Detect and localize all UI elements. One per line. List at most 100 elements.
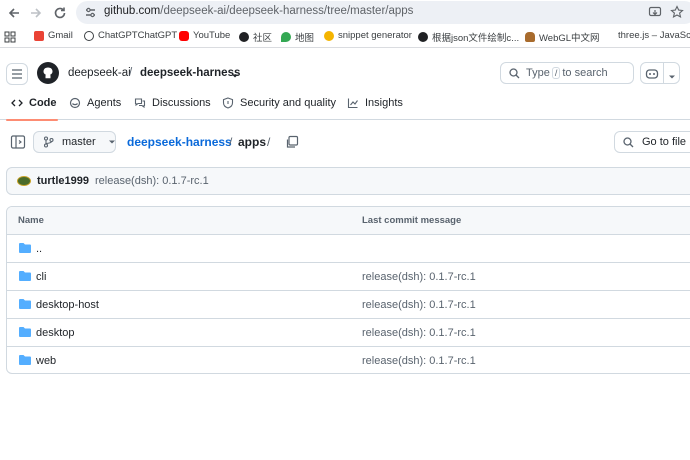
table-row[interactable]: web release(dsh): 0.1.7-rc.1 (7, 347, 690, 373)
tab-security[interactable]: Security and quality (222, 97, 336, 109)
bookmark-maps[interactable]: 地图 (281, 30, 314, 44)
table-row[interactable]: desktop-host release(dsh): 0.1.7-rc.1 (7, 291, 690, 319)
folder-icon (18, 270, 32, 282)
tab-label: Insights (365, 97, 403, 109)
active-tab-underline (6, 119, 58, 121)
threejs-icon (604, 30, 614, 41)
install-app-icon[interactable] (648, 5, 662, 22)
bookmark-chatgpt[interactable]: ChatGPTChatGPT (84, 30, 177, 41)
copilot-icon (645, 67, 659, 83)
bookmark-label: 社区 (253, 33, 273, 44)
browser-toolbar: github.com/deepseek-ai/deepseek-harness/… (0, 0, 690, 26)
commit-message-link[interactable]: release(dsh): 0.1.7-rc.1 (95, 175, 209, 187)
agents-icon (69, 97, 81, 109)
go-to-file-input[interactable]: Go to file (614, 131, 690, 153)
table-row[interactable]: desktop release(dsh): 0.1.7-rc.1 (7, 319, 690, 347)
file-name[interactable]: desktop-host (36, 299, 99, 311)
url-text: github.com/deepseek-ai/deepseek-harness/… (104, 5, 413, 17)
repo-switcher-chevron-icon[interactable] (231, 69, 239, 83)
bookmarks-bar: Gmail ChatGPTChatGPT YouTube 社区 地图 snipp… (0, 26, 690, 48)
tab-insights[interactable]: Insights (347, 97, 403, 109)
bookmark-label: ChatGPTChatGPT (98, 30, 178, 41)
file-name[interactable]: cli (36, 271, 46, 283)
copy-path-icon[interactable] (285, 135, 299, 149)
webgl-icon (525, 32, 535, 42)
code-icon (11, 99, 23, 107)
graph-icon (347, 98, 358, 109)
avatar[interactable] (17, 176, 31, 186)
bookmark-label: WebGL中文网 (539, 33, 600, 44)
commit-author-link[interactable]: turtle1999 (37, 175, 89, 187)
chatgpt-icon (84, 30, 94, 41)
path-repo-link[interactable]: deepseek-harness (127, 135, 232, 149)
file-commit-message[interactable]: release(dsh): 0.1.7-rc.1 (362, 355, 476, 367)
snippet-icon (324, 30, 334, 41)
copilot-button[interactable] (640, 62, 680, 84)
folder-icon (18, 354, 32, 366)
path-separator-trailing: / (267, 135, 271, 149)
file-table: Name Last commit message .. cli release(… (6, 206, 690, 374)
file-name[interactable]: desktop (36, 327, 75, 339)
tab-discussions[interactable]: Discussions (134, 97, 211, 109)
table-header: Name Last commit message (7, 207, 690, 235)
url-host: github.com (104, 5, 161, 17)
bookmark-label: YouTube (193, 30, 231, 41)
folder-icon (18, 242, 32, 254)
back-icon[interactable] (4, 3, 24, 23)
file-name[interactable]: .. (36, 243, 42, 255)
tab-label: Discussions (152, 97, 211, 109)
maps-pin-icon (281, 32, 291, 42)
file-commit-message[interactable]: release(dsh): 0.1.7-rc.1 (362, 327, 476, 339)
bookmark-gmail[interactable]: Gmail (34, 30, 73, 41)
table-row-parent[interactable]: .. (7, 235, 690, 263)
folder-icon (18, 326, 32, 338)
community-icon (239, 32, 249, 42)
reload-icon[interactable] (50, 3, 70, 23)
path-current-dir: apps (238, 135, 267, 149)
bookmark-label: 根据json文件绘制c... (432, 33, 520, 44)
bookmark-community[interactable]: 社区 (239, 30, 272, 44)
hamburger-icon (12, 69, 22, 79)
bookmark-snippet[interactable]: snippet generator (324, 30, 412, 41)
repo-owner-link[interactable]: deepseek-ai (68, 67, 131, 79)
shield-icon (222, 97, 234, 109)
file-commit-message[interactable]: release(dsh): 0.1.7-rc.1 (362, 299, 476, 311)
search-icon (509, 67, 520, 79)
menu-button[interactable] (6, 63, 28, 85)
tab-label: Code (29, 97, 57, 109)
copilot-divider (663, 63, 664, 83)
forward-icon[interactable] (26, 3, 46, 23)
branch-selector[interactable]: master (33, 131, 116, 153)
breadcrumb-separator: / (129, 67, 133, 79)
site-info-icon[interactable] (84, 6, 97, 22)
search-input[interactable]: Type / to search (500, 62, 634, 84)
bookmark-star-icon[interactable] (670, 5, 684, 22)
search-placeholder-prefix: Type (526, 67, 550, 79)
tab-label: Agents (87, 97, 122, 109)
latest-commit-bar: turtle1999 release(dsh): 0.1.7-rc.1 (6, 167, 690, 195)
branch-name: master (62, 136, 96, 148)
bookmark-label: snippet generator (338, 30, 412, 41)
go-to-file-search-icon (623, 136, 634, 148)
search-placeholder-suffix: to search (562, 67, 608, 79)
github-small-icon (418, 32, 428, 42)
copilot-chevron-down-icon[interactable] (668, 70, 676, 84)
repo-name-link[interactable]: deepseek-harness (140, 67, 240, 79)
tab-code[interactable]: Code (11, 97, 57, 109)
table-row[interactable]: cli release(dsh): 0.1.7-rc.1 (7, 263, 690, 291)
url-path: /deepseek-ai/deepseek-harness/tree/maste… (160, 5, 414, 17)
bookmark-youtube[interactable]: YouTube (179, 30, 230, 41)
file-tree-toggle-icon[interactable] (10, 134, 26, 150)
file-commit-message[interactable]: release(dsh): 0.1.7-rc.1 (362, 271, 476, 283)
bookmark-label: Gmail (48, 30, 73, 41)
path-separator: / (229, 135, 233, 149)
address-bar[interactable]: github.com/deepseek-ai/deepseek-harness/… (76, 1, 690, 24)
bookmark-webgl[interactable]: WebGL中文网 (525, 30, 600, 44)
file-name[interactable]: web (36, 355, 56, 367)
bookmark-threejs[interactable]: three.js – JavaScri (604, 30, 690, 41)
apps-grid-icon[interactable] (4, 31, 16, 46)
tab-agents[interactable]: Agents (69, 97, 121, 109)
bookmark-json[interactable]: 根据json文件绘制c... (418, 30, 519, 44)
github-logo-icon[interactable] (37, 62, 59, 84)
folder-icon (18, 298, 32, 310)
